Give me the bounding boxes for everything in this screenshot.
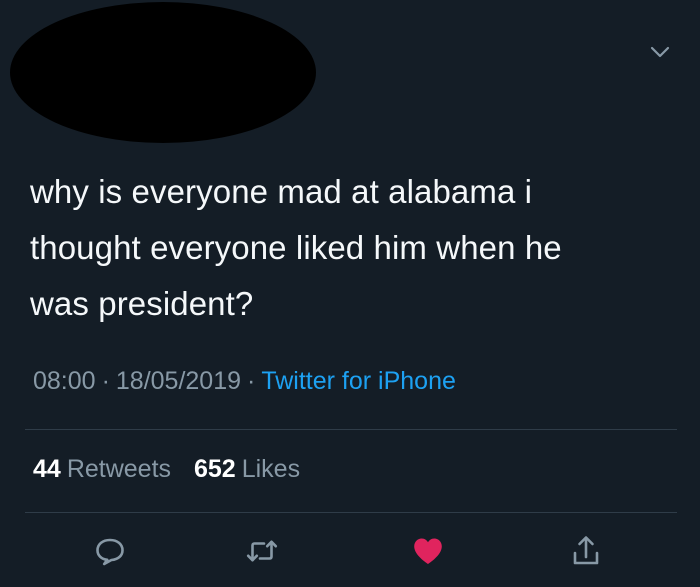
tweet-stats: 44 Retweets 652 Likes [33, 455, 300, 484]
likes-stat[interactable]: 652 Likes [194, 455, 300, 483]
retweets-count: 44 [33, 455, 61, 483]
tweet-source-link[interactable]: Twitter for iPhone [261, 367, 456, 395]
share-button[interactable] [568, 533, 604, 569]
share-icon [573, 536, 599, 565]
retweets-stat[interactable]: 44 Retweets [33, 455, 178, 483]
tweet-text-line: thought everyone liked him when he [30, 229, 562, 266]
tweet-text-line: was president? [30, 285, 254, 322]
tweet-card: why is everyone mad at alabama i thought… [0, 0, 700, 587]
likes-label: Likes [241, 455, 301, 483]
heart-icon [414, 538, 442, 564]
retweets-label: Retweets [66, 455, 172, 483]
retweet-icon [246, 540, 278, 562]
like-button[interactable] [410, 533, 446, 569]
metadata-separator: · [101, 367, 110, 395]
divider [25, 429, 677, 430]
likes-count: 652 [193, 455, 236, 483]
tweet-time: 08:00 [33, 367, 96, 395]
redacted-author-area [10, 2, 316, 143]
retweet-button[interactable] [244, 533, 280, 569]
divider [25, 512, 677, 513]
metadata-separator: · [247, 367, 256, 395]
chevron-down-icon[interactable] [648, 40, 672, 64]
reply-icon [96, 538, 124, 566]
tweet-text-line: why is everyone mad at alabama i [30, 173, 533, 210]
reply-button[interactable] [92, 533, 128, 569]
tweet-metadata: 08:00 · 18/05/2019 · Twitter for iPhone [33, 367, 456, 396]
tweet-date: 18/05/2019 [115, 367, 242, 395]
tweet-text: why is everyone mad at alabama i thought… [30, 164, 670, 332]
